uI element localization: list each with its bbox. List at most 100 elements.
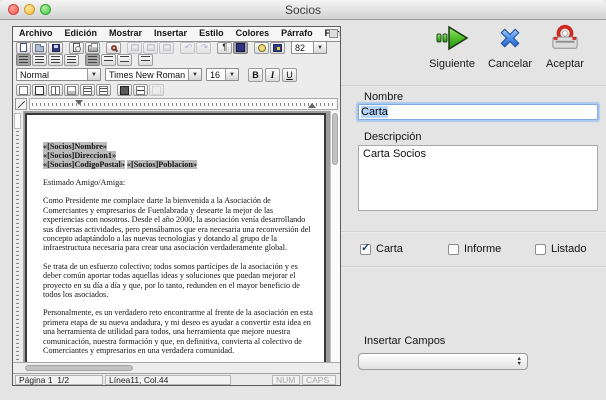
chevron-down-icon: ▼ [188,69,201,80]
merge-tool-button-1[interactable] [127,41,142,54]
checkbox-carta[interactable]: ✓ Carta [360,242,403,255]
paragraph: Se trata de un esfuerzo colectivo; todos… [43,261,300,300]
field-shading-button[interactable] [233,41,248,54]
align-left-icon [19,56,28,64]
menu-insertar[interactable]: Insertar [148,27,193,41]
bold-button[interactable]: B [248,67,263,82]
align-justify-icon [67,56,76,64]
aceptar-button[interactable]: Aceptar [533,24,597,72]
toolbar-row-font: Normal ▼ Times New Roman ▼ 16 ▼ B I U [13,66,340,83]
find-button[interactable] [106,41,121,54]
calendar-icon [273,43,282,52]
style-select[interactable]: Normal ▼ [16,68,101,81]
frame-bottom-icon [67,85,76,95]
stamp-color-icon [162,44,171,51]
menu-mostrar[interactable]: Mostrar [103,27,148,41]
frame-columns-button[interactable] [48,84,63,96]
popup-arrows-icon: ▲ ▼ [516,356,522,367]
print-button[interactable] [85,41,100,54]
align-center-button[interactable] [32,54,47,66]
frame-box-icon [35,85,44,95]
print-preview-button[interactable] [69,41,84,54]
checkbox-informe[interactable]: Informe [448,243,501,255]
descripcion-value: Carta Socios [363,148,426,160]
insertar-campos-select[interactable]: ▲ ▼ [358,353,528,370]
insert-time-button[interactable] [254,41,269,54]
indent-marker-right[interactable] [308,103,316,108]
frame-rows-button[interactable] [80,84,95,96]
menu-colores[interactable]: Colores [230,27,276,41]
stamp-icon [130,44,139,51]
merge-tool-button-2[interactable] [143,41,158,54]
scrollbar-thumb[interactable] [25,365,133,371]
document-area: «[Socios]Nombre» «[Socios]Direccion1» «[… [13,111,340,362]
align-left-button[interactable] [16,54,31,66]
frame-none-button[interactable] [16,84,31,96]
menu-parrafo[interactable]: Párrafo [275,27,319,41]
show-invisibles-button[interactable]: ¶ [217,41,232,54]
horizontal-ruler[interactable] [29,98,338,110]
status-num-lock: NUM [272,375,300,385]
line-spacing-2-button[interactable] [117,54,132,66]
font-size-select[interactable]: 16 ▼ [206,68,239,81]
editor-status-bar: Página 1 1/2 Línea11, Col.44 NUM CAPS [13,373,340,385]
menu-overflow-icon[interactable] [329,29,338,38]
open-button[interactable] [32,41,47,54]
indent-marker-left[interactable] [75,100,83,105]
document-page[interactable]: «[Socios]Nombre» «[Socios]Direccion1» «[… [25,113,326,362]
line-spacing-15-icon [104,56,113,64]
checkbox-unchecked-icon[interactable] [535,243,546,255]
checkbox-carta-label: Carta [376,243,403,255]
ruler-row [13,97,338,111]
descripcion-label: Descripción [364,131,422,143]
frame-box-button[interactable] [32,84,47,96]
menu-estilo[interactable]: Estilo [193,27,230,41]
descripcion-textarea[interactable]: Carta Socios [358,145,598,211]
merge-field: «[Socios]Nombre» [43,142,107,151]
cancelar-icon [500,28,520,48]
scrollbar-thumb[interactable] [332,113,338,165]
checkbox-checked-icon[interactable]: ✓ [360,242,371,255]
merge-field: «[Socios]Poblacion» [126,160,197,169]
font-value: Times New Roman [109,69,186,80]
footer-box-button[interactable] [133,84,148,96]
frame-bottom-button[interactable] [64,84,79,96]
redo-button[interactable]: ↷ [196,41,211,54]
document-horizontal-scrollbar[interactable] [13,362,340,373]
align-justify-button[interactable] [64,54,79,66]
nombre-input[interactable]: Carta [358,104,598,120]
open-folder-icon [35,43,44,52]
menu-edicion[interactable]: Edición [59,27,104,41]
tab-stop-button[interactable] [15,98,27,110]
new-document-button[interactable] [16,41,31,54]
status-page: Página 1 1/2 [15,375,103,385]
italic-button[interactable]: I [265,67,280,82]
pilcrow-icon: ¶ [222,42,227,52]
underline-button[interactable]: U [282,67,297,82]
document-vertical-scrollbar[interactable] [330,111,340,362]
line-spacing-1-button[interactable] [85,54,100,66]
menu-archivo[interactable]: Archivo [13,27,59,41]
salutation: Estimado Amigo/Amiga: [43,178,126,187]
frame-rows-icon [83,85,92,95]
save-button[interactable] [48,41,63,54]
insert-date-button[interactable] [270,41,285,54]
undo-button[interactable]: ↶ [180,41,195,54]
checkbox-listado[interactable]: Listado [535,243,586,255]
frame-disabled-button[interactable] [149,84,164,96]
header-box-button[interactable] [117,84,132,96]
line-spacing-15-button[interactable] [101,54,116,66]
frame-rows-2-button[interactable] [96,84,111,96]
siguiente-button[interactable]: Siguiente [420,24,484,72]
printer-icon [87,43,98,52]
font-select[interactable]: Times New Roman ▼ [105,68,202,81]
toolbar-row-paragraph [13,54,340,66]
vertical-ruler[interactable] [13,111,24,362]
separator [341,231,606,233]
merge-field-line: «[Socios]Nombre» [43,142,315,151]
align-right-button[interactable] [48,54,63,66]
list-button[interactable] [138,54,153,66]
zoom-select[interactable]: 82 ▼ [291,41,327,54]
merge-tool-button-3[interactable] [159,41,174,54]
checkbox-unchecked-icon[interactable] [448,243,459,255]
